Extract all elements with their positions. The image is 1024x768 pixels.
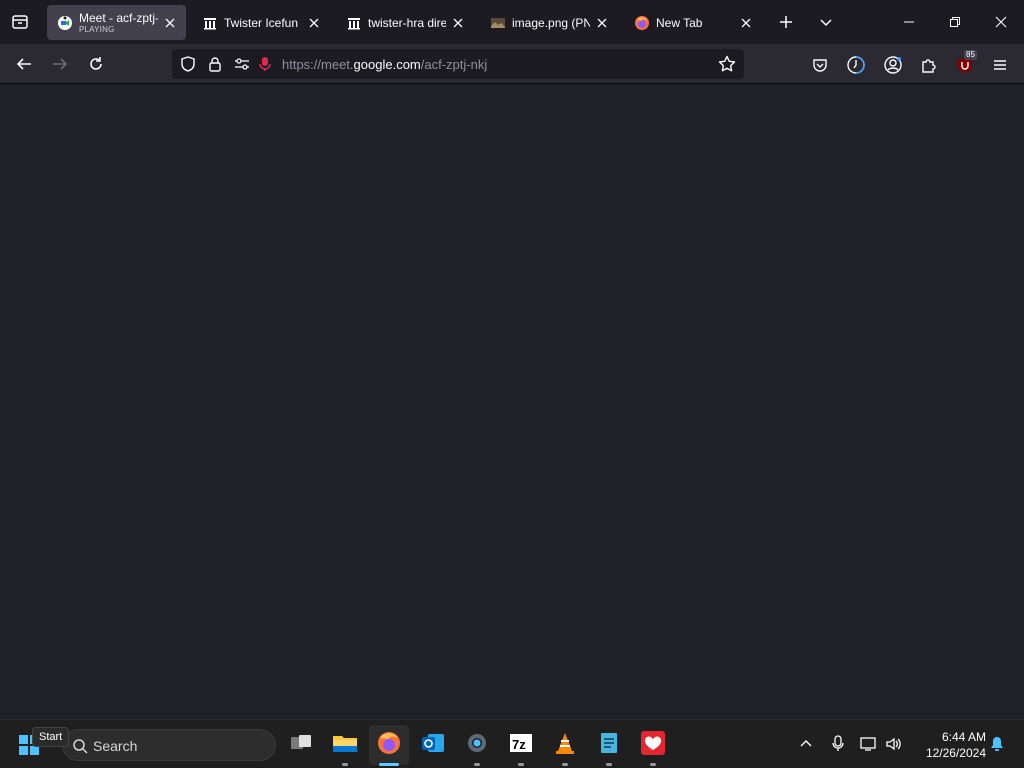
show-hidden-icons-chevron-icon[interactable] [795, 734, 817, 754]
close-window-icon[interactable] [986, 8, 1016, 36]
tab-bar: Meet - acf-zptj- PLAYING Twister Icefun … [0, 0, 1024, 44]
running-indicator [342, 763, 348, 766]
url-text[interactable]: https://meet.google.com/acf-zptj-nkj [282, 57, 487, 72]
tab-playing-label: PLAYING [79, 24, 115, 34]
image-icon [490, 15, 506, 31]
url-path: /acf-zptj-nkj [420, 57, 488, 72]
firefox-taskbar-icon[interactable] [376, 730, 402, 756]
svg-text:7z: 7z [512, 737, 526, 752]
close-tab-icon[interactable] [450, 15, 466, 31]
tab-image-png[interactable]: image.png (PNG [480, 5, 618, 40]
active-app-indicator [379, 763, 399, 766]
firefox-icon [634, 15, 650, 31]
tab-title: twister-hra direc [368, 15, 446, 30]
account-icon[interactable] [882, 54, 904, 76]
heart-app-icon[interactable] [640, 730, 666, 766]
lock-icon[interactable] [206, 56, 224, 72]
reload-icon[interactable] [84, 52, 108, 76]
tab-title: image.png (PNG [512, 15, 590, 30]
restore-icon[interactable] [940, 8, 970, 36]
tab-twister-hra[interactable]: twister-hra direc [336, 5, 474, 40]
archive-icon [202, 15, 218, 31]
new-tab-plus-icon[interactable] [774, 10, 798, 34]
timer-extension-icon[interactable] [845, 54, 867, 76]
microphone-in-use-icon[interactable] [256, 56, 274, 72]
close-tab-icon[interactable] [306, 15, 322, 31]
running-indicator [650, 763, 656, 766]
bookmark-star-icon[interactable] [718, 55, 736, 72]
tab-meet[interactable]: Meet - acf-zptj- PLAYING [47, 5, 186, 40]
network-icon[interactable] [858, 734, 880, 754]
7zip-icon[interactable]: 7z [508, 730, 534, 766]
minimize-icon[interactable] [894, 8, 924, 36]
search-icon [71, 737, 89, 755]
extensions-puzzle-icon[interactable] [918, 54, 940, 76]
close-tab-icon[interactable] [594, 15, 610, 31]
running-indicator [562, 763, 568, 766]
tab-title: Meet - acf-zptj- [79, 10, 158, 25]
running-indicator [474, 763, 480, 766]
ublock-origin-icon[interactable]: 85 [954, 50, 977, 76]
forward-arrow-icon[interactable] [48, 52, 72, 76]
tab-new-tab[interactable]: New Tab [624, 5, 762, 40]
clock-date: 12/26/2024 [925, 746, 986, 760]
tab-twister-icefun[interactable]: Twister Icefun : A [192, 5, 330, 40]
microphone-tray-icon[interactable] [827, 734, 849, 754]
file-explorer-icon[interactable] [332, 730, 358, 766]
list-all-tabs-chevron-icon[interactable] [814, 10, 838, 34]
running-indicator [518, 763, 524, 766]
tab-title: Twister Icefun : A [224, 15, 302, 30]
taskbar-clock[interactable]: 6:44 AM 12/26/2024 [914, 729, 986, 761]
url-host: google.com [353, 57, 421, 72]
notepad-icon[interactable] [596, 730, 622, 766]
hamburger-menu-icon[interactable] [989, 54, 1011, 76]
permissions-icon[interactable] [233, 56, 251, 72]
address-bar[interactable]: https://meet.google.com/acf-zptj-nkj [172, 49, 744, 79]
outlook-new-icon[interactable] [420, 730, 446, 756]
screen: Meet - acf-zptj- PLAYING Twister Icefun … [0, 0, 1024, 768]
back-arrow-icon[interactable] [12, 52, 36, 76]
archive-icon [346, 15, 362, 31]
firefox-view-icon[interactable] [6, 8, 34, 36]
blocked-count-badge: 85 [964, 50, 977, 60]
meet-icon [57, 15, 73, 31]
close-tab-icon[interactable] [162, 15, 178, 31]
volume-icon[interactable] [883, 734, 905, 754]
close-tab-icon[interactable] [738, 15, 754, 31]
tracking-protection-shield-icon[interactable] [179, 56, 197, 72]
notification-bell-icon[interactable] [986, 734, 1008, 754]
task-view-icon[interactable] [288, 730, 314, 756]
running-indicator [606, 763, 612, 766]
clock-time: 6:44 AM [941, 730, 986, 744]
pocket-icon[interactable] [809, 54, 831, 76]
page-content[interactable] [0, 85, 1024, 719]
tab-title: New Tab [656, 15, 703, 30]
search-label: Search [93, 738, 138, 754]
url-prefix: https://meet. [282, 57, 354, 72]
navigation-toolbar: https://meet.google.com/acf-zptj-nkj 85 [0, 44, 1024, 84]
taskbar-search-box[interactable]: Search [62, 729, 276, 761]
vlc-icon[interactable] [552, 730, 578, 766]
windows-taskbar: Search Start 7z 6:44 AM 12/26/2024 [0, 719, 1024, 768]
settings-gear-icon[interactable] [464, 730, 490, 766]
start-tooltip: Start [32, 727, 70, 747]
